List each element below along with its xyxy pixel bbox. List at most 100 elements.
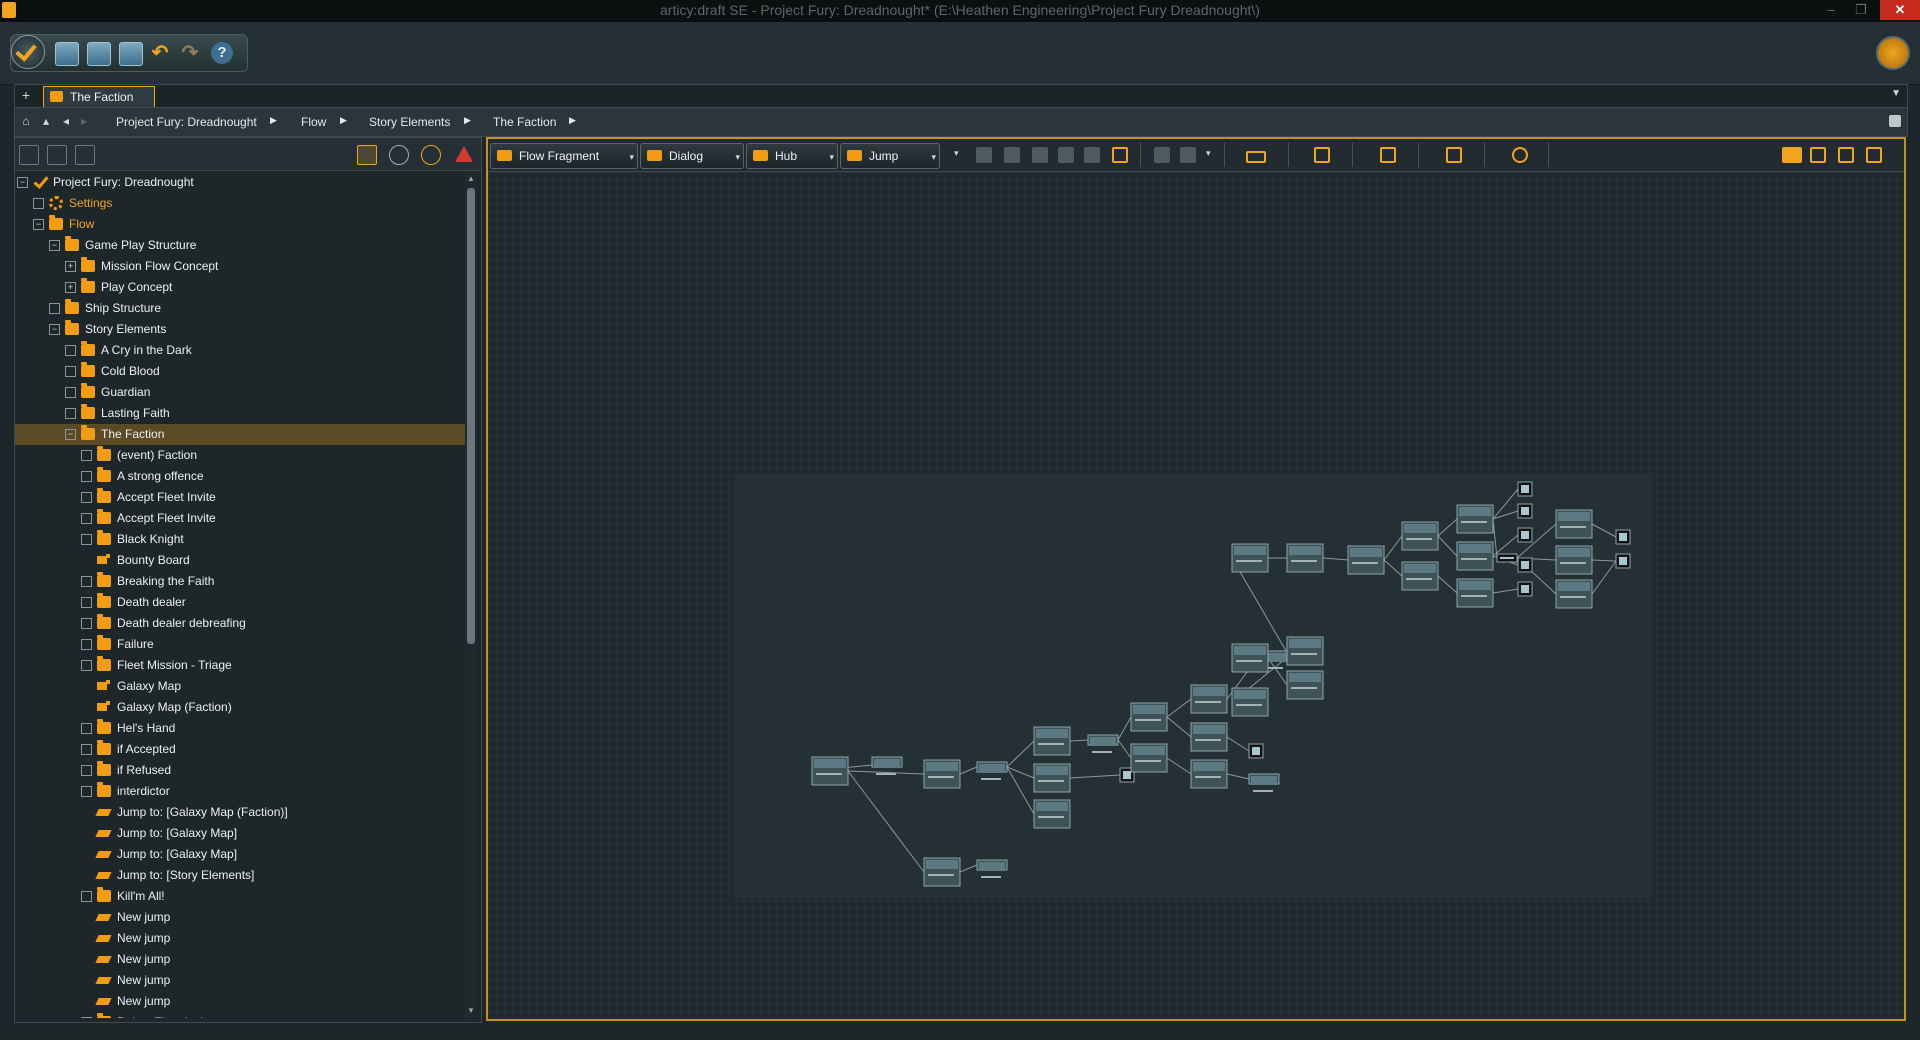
- tree-item[interactable]: New jump: [15, 991, 465, 1012]
- flow-node[interactable]: [976, 859, 1008, 878]
- flow-node[interactable]: [1286, 636, 1324, 666]
- tree-item[interactable]: − Story Elements: [15, 319, 465, 340]
- tree-item[interactable]: Jump to: [Story Elements]: [15, 865, 465, 886]
- flow-node[interactable]: [1286, 543, 1324, 573]
- connection-line[interactable]: [1591, 560, 1617, 595]
- flow-node[interactable]: [1555, 509, 1593, 539]
- tree-item[interactable]: Jump to: [Galaxy Map]: [15, 844, 465, 865]
- chevron-down-icon[interactable]: ▾: [735, 152, 740, 163]
- zoom-icon[interactable]: [1512, 147, 1528, 163]
- instruction-icon[interactable]: [1004, 147, 1020, 163]
- flow-node[interactable]: [1087, 734, 1119, 753]
- flow-node[interactable]: [1456, 504, 1494, 534]
- connection-line[interactable]: [1166, 698, 1192, 718]
- flow-node[interactable]: [1033, 799, 1071, 829]
- tree-item[interactable]: if Refused: [15, 760, 465, 781]
- tree-item[interactable]: Settings: [15, 193, 465, 214]
- tree-item[interactable]: Reject Fleet Invite: [15, 1012, 465, 1018]
- leaf-box-icon[interactable]: [65, 387, 76, 398]
- flow-node[interactable]: [1190, 684, 1228, 714]
- tree-item[interactable]: − Project Fury: Dreadnought: [15, 172, 465, 193]
- tree-item[interactable]: if Accepted: [15, 739, 465, 760]
- flow-node[interactable]: [1456, 578, 1494, 608]
- pin-node[interactable]: [1517, 481, 1533, 497]
- pin-node[interactable]: [1517, 527, 1533, 543]
- collapse-icon[interactable]: [47, 145, 67, 165]
- search-icon[interactable]: [421, 145, 441, 165]
- warning-icon[interactable]: [455, 146, 473, 162]
- connection-line[interactable]: [1006, 766, 1035, 779]
- tab-the-faction[interactable]: The Faction: [43, 86, 155, 107]
- connection-line[interactable]: [1166, 716, 1192, 738]
- leaf-box-icon[interactable]: [65, 366, 76, 377]
- flow-node[interactable]: [1231, 643, 1269, 673]
- leaf-box-icon[interactable]: [81, 471, 92, 482]
- collapse-icon[interactable]: −: [33, 219, 44, 230]
- flow-node[interactable]: [1248, 773, 1280, 792]
- hub-button[interactable]: Hub ▾: [746, 143, 838, 169]
- tree-item[interactable]: − Game Play Structure: [15, 235, 465, 256]
- leaf-box-icon[interactable]: [33, 198, 44, 209]
- view-zoom-icon[interactable]: [1866, 147, 1882, 163]
- chevron-down-icon[interactable]: ▾: [829, 152, 834, 163]
- connection-line[interactable]: [1226, 773, 1250, 780]
- dialog-button[interactable]: Dialog ▾: [640, 143, 744, 169]
- chevron-down-icon[interactable]: ▾: [629, 152, 634, 163]
- up-icon[interactable]: ▴: [39, 114, 53, 128]
- connection-line[interactable]: [1006, 766, 1035, 815]
- flow-node[interactable]: [1347, 545, 1385, 575]
- scroll-up-icon[interactable]: ▲: [467, 174, 475, 184]
- tree-item[interactable]: New jump: [15, 970, 465, 991]
- tree-item[interactable]: Lasting Faith: [15, 403, 465, 424]
- connection-line[interactable]: [1437, 518, 1458, 537]
- redo-icon[interactable]: ↷: [179, 42, 201, 64]
- leaf-box-icon[interactable]: [81, 765, 92, 776]
- home-icon[interactable]: ⌂: [19, 114, 33, 128]
- view-grid-icon[interactable]: [1838, 147, 1854, 163]
- collapse-icon[interactable]: −: [65, 429, 76, 440]
- tree-item[interactable]: interdictor: [15, 781, 465, 802]
- condition-icon[interactable]: [976, 147, 992, 163]
- leaf-box-icon[interactable]: [81, 891, 92, 902]
- flow-canvas[interactable]: [488, 172, 1904, 1019]
- connection-line[interactable]: [959, 766, 978, 775]
- tree-item[interactable]: Failure: [15, 634, 465, 655]
- connection-line[interactable]: [1117, 739, 1132, 759]
- flow-node[interactable]: [1130, 702, 1168, 732]
- maximize-button[interactable]: ❐: [1846, 0, 1876, 20]
- flow-node[interactable]: [1190, 759, 1228, 789]
- new-icon[interactable]: [55, 42, 79, 66]
- tree-item[interactable]: Cold Blood: [15, 361, 465, 382]
- connection-line[interactable]: [959, 864, 978, 873]
- distribute-icon[interactable]: [1246, 151, 1266, 163]
- pin-node[interactable]: [1517, 557, 1533, 573]
- collapse-icon[interactable]: −: [49, 324, 60, 335]
- tree-item[interactable]: + Play Concept: [15, 277, 465, 298]
- chevron-down-icon[interactable]: ▾: [931, 152, 936, 163]
- flow-node[interactable]: [1401, 561, 1439, 591]
- chevron-right-icon[interactable]: ▶: [340, 115, 347, 126]
- tree-item[interactable]: Fleet Mission - Triage: [15, 655, 465, 676]
- tree-item[interactable]: Breaking the Faith: [15, 571, 465, 592]
- connection-line[interactable]: [1069, 739, 1089, 742]
- pin-node[interactable]: [1517, 503, 1533, 519]
- connection-line[interactable]: [1231, 557, 1290, 657]
- tree-item[interactable]: Guardian: [15, 382, 465, 403]
- chevron-right-icon[interactable]: ▶: [569, 115, 576, 126]
- leaf-box-icon[interactable]: [81, 597, 92, 608]
- view-mode-active-icon[interactable]: [1782, 147, 1802, 163]
- flow-node[interactable]: [1231, 543, 1269, 573]
- chevron-right-icon[interactable]: ▶: [270, 115, 277, 126]
- flow-node[interactable]: [923, 857, 961, 887]
- leaf-box-icon[interactable]: [81, 723, 92, 734]
- flow-node[interactable]: [1555, 545, 1593, 575]
- leaf-box-icon[interactable]: [65, 408, 76, 419]
- comment-icon[interactable]: [1032, 147, 1048, 163]
- chevron-right-icon[interactable]: ▶: [464, 115, 471, 126]
- tree-item[interactable]: New jump: [15, 907, 465, 928]
- view-list-icon[interactable]: [1810, 147, 1826, 163]
- connection-line[interactable]: [1437, 575, 1458, 594]
- breadcrumb-the-faction[interactable]: The Faction: [493, 115, 556, 129]
- flow-node[interactable]: [1033, 726, 1071, 756]
- connection-line[interactable]: [1226, 736, 1250, 752]
